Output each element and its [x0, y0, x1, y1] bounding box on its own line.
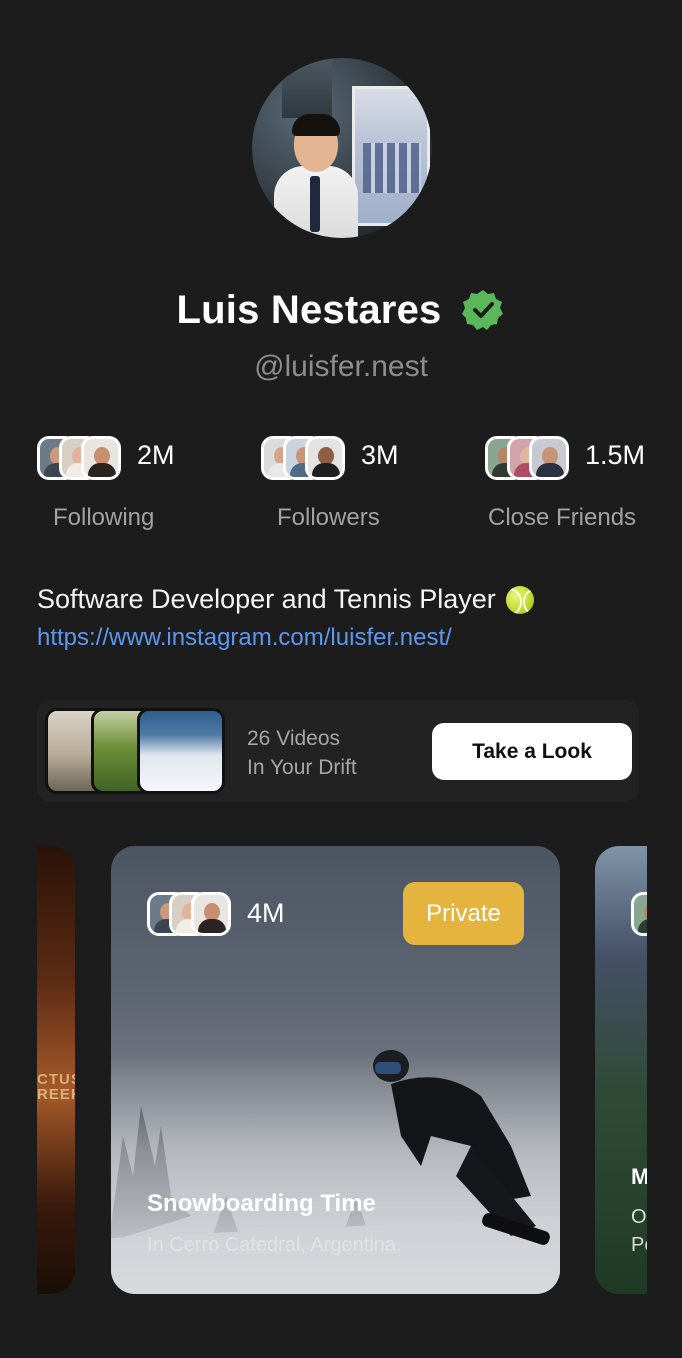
stat-value: 3M	[361, 440, 399, 470]
card-right-title: M	[631, 1164, 647, 1189]
profile-avatar[interactable]	[252, 58, 432, 238]
drift-count: 26 Videos	[247, 727, 341, 750]
video-card-previous[interactable]: CTUSREEK	[37, 846, 75, 1294]
avatar	[529, 436, 569, 480]
avatar	[81, 436, 121, 480]
card-view-count: 4M	[247, 898, 285, 928]
bio-text: Software Developer and Tennis Player	[37, 584, 496, 614]
profile-link[interactable]: https://www.instagram.com/luisfer.nest/	[37, 624, 452, 652]
drift-banner: 26 Videos In Your Drift Take a Look	[37, 700, 639, 802]
profile-username: @luisfer.nest	[254, 350, 428, 383]
video-card-next[interactable]: M O Pe	[595, 846, 647, 1294]
tennis-ball-icon	[505, 585, 534, 614]
private-badge[interactable]: Private	[403, 882, 524, 945]
drift-info: 26 Videos In Your Drift	[247, 724, 357, 782]
card-left-text: CTUSREEK	[37, 1071, 75, 1103]
avatar	[631, 892, 647, 936]
take-a-look-button[interactable]: Take a Look	[432, 723, 632, 780]
verified-badge-icon	[461, 288, 505, 332]
card-title: Snowboarding Time	[147, 1190, 376, 1217]
stat-following[interactable]: 2M	[37, 436, 187, 482]
avatar	[191, 892, 231, 936]
stat-followers[interactable]: 3M	[261, 436, 411, 482]
stat-label-followers: Followers	[277, 504, 380, 531]
profile-name-row: Luis Nestares	[0, 282, 682, 338]
avatar	[305, 436, 345, 480]
stat-label-close-friends: Close Friends	[488, 504, 637, 531]
drift-subtitle: In Your Drift	[247, 756, 357, 779]
profile-bio: Software Developer and Tennis Player	[37, 584, 534, 615]
drift-thumbnail[interactable]	[137, 708, 225, 794]
stat-value: 1.5M	[585, 440, 646, 470]
stat-value: 2M	[137, 440, 175, 470]
card-right-sub2: Pe	[631, 1234, 647, 1256]
video-card[interactable]: 4M Private Snowboarding Time In Cerro Ca…	[111, 846, 560, 1294]
profile-name: Luis Nestares	[176, 287, 442, 332]
snowboarder-figure	[373, 1050, 550, 1245]
stat-close-friends[interactable]: 1.5M	[485, 436, 650, 482]
card-subtitle: In Cerro Catedral, Argentina.	[147, 1234, 402, 1256]
stat-label-following: Following	[53, 504, 155, 531]
card-right-sub1: O	[631, 1206, 647, 1228]
